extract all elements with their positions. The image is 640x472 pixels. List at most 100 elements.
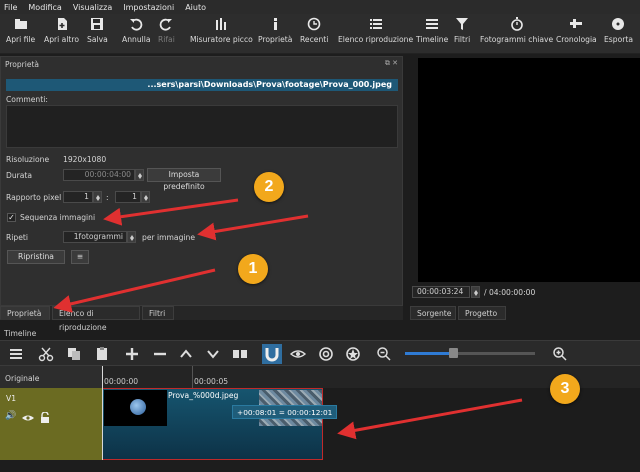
panel-float-close-icon[interactable]: ⧉ ✕ <box>385 59 398 68</box>
trim-tooltip: +00:08:01 = 00:00:12:01 <box>232 405 338 419</box>
recent-button[interactable]: Recenti <box>300 17 328 44</box>
ripple-all-icon[interactable] <box>345 346 361 362</box>
split-icon[interactable] <box>232 346 248 362</box>
timeline-button[interactable]: Timeline <box>416 17 448 44</box>
undo-button[interactable]: Annulla <box>122 17 151 44</box>
stopwatch-icon <box>510 17 523 31</box>
export-button[interactable]: Esporta <box>604 17 633 44</box>
properties-panel: Proprietà ⧉ ✕ ...sers\parsi\Downloads\Pr… <box>0 56 403 306</box>
playhead[interactable] <box>102 366 103 460</box>
menu-file[interactable]: File <box>4 3 17 12</box>
export-disc-icon <box>612 18 625 30</box>
duration-label: Durata <box>6 171 33 180</box>
open-file-button[interactable]: Apri file <box>6 17 35 44</box>
open-file-label: Apri file <box>6 35 36 44</box>
menu-help[interactable]: Aiuto <box>185 3 206 12</box>
ripple-icon[interactable] <box>318 346 334 362</box>
repeat-frames-spin[interactable] <box>127 231 136 243</box>
duration-field[interactable]: 00:00:04:00 <box>63 169 135 181</box>
tab-project[interactable]: Progetto <box>458 306 506 320</box>
save-icon <box>91 18 104 30</box>
export-label: Esporta <box>604 35 633 44</box>
tab-playlist[interactable]: Elenco di riproduzione <box>52 306 140 332</box>
tab-properties[interactable]: Proprietà <box>0 306 50 320</box>
annotation-badge-1: 1 <box>238 254 268 284</box>
save-label: Salva <box>87 35 108 44</box>
overwrite-icon[interactable] <box>205 346 221 362</box>
zoom-slider-handle[interactable] <box>449 348 458 358</box>
clock-icon <box>307 17 321 31</box>
track-name: V1 <box>6 394 17 403</box>
lift-icon[interactable] <box>178 346 194 362</box>
playlist-label: Elenco riproduzione <box>338 35 414 44</box>
hide-eye-icon[interactable] <box>22 413 34 423</box>
viewer-position-field[interactable]: 00:00:03:24 <box>412 286 470 298</box>
menu-button[interactable]: ≡ <box>71 250 89 264</box>
mute-icon[interactable]: 🔊 <box>5 411 16 421</box>
track-header-v1: V1 🔊 <box>0 388 102 460</box>
copy-icon[interactable] <box>66 346 82 362</box>
pixel-ratio-height-spin[interactable] <box>141 191 150 203</box>
viewer-position-spin[interactable] <box>471 286 480 298</box>
video-viewer[interactable] <box>418 58 640 282</box>
ruler-label-1: 00:00:05 <box>194 377 229 386</box>
properties-button[interactable]: Proprietà <box>258 17 292 44</box>
pixel-ratio-height-field[interactable]: 1 <box>115 191 141 203</box>
per-image-label: per immagine <box>142 233 196 242</box>
reset-button[interactable]: Ripristina <box>7 250 65 264</box>
paste-icon[interactable] <box>94 346 110 362</box>
ruler-label-0: 00:00:00 <box>104 377 139 386</box>
pixel-ratio-width-spin[interactable] <box>93 191 102 203</box>
left-panel-tabs: Proprietà Elenco di riproduzione Filtri <box>0 306 403 332</box>
menu-settings[interactable]: Impostazioni <box>123 3 174 12</box>
info-icon <box>274 18 278 30</box>
resolution-label: Risoluzione <box>6 155 50 164</box>
keyframes-button[interactable]: Fotogrammi chiave <box>480 17 553 44</box>
history-button[interactable]: Cronologia <box>556 17 597 44</box>
peak-meter-button[interactable]: Misuratore picco <box>190 17 253 44</box>
undo-icon <box>130 18 143 31</box>
cut-icon[interactable] <box>38 346 54 362</box>
zoom-slider[interactable] <box>405 348 535 358</box>
timeline-header: Originale <box>0 366 102 388</box>
menu-view[interactable]: Visualizza <box>73 3 112 12</box>
history-icon <box>570 19 583 28</box>
open-other-icon <box>57 18 67 30</box>
main-toolbar: Apri file Apri altro Salva Annulla Rifai… <box>0 14 640 54</box>
tab-filters[interactable]: Filtri <box>142 306 174 320</box>
zoom-in-icon[interactable] <box>552 346 568 362</box>
open-other-button[interactable]: Apri altro <box>44 17 79 44</box>
zoom-out-icon[interactable] <box>376 346 392 362</box>
resolution-value: 1920x1080 <box>63 155 107 164</box>
save-button[interactable]: Salva <box>87 17 108 44</box>
playlist-button[interactable]: Elenco riproduzione <box>338 17 413 44</box>
remove-icon[interactable] <box>152 346 168 362</box>
timeline-icon <box>426 19 439 29</box>
append-icon[interactable] <box>124 346 140 362</box>
recent-label: Recenti <box>300 35 329 44</box>
repeat-label: Ripeti <box>6 233 28 242</box>
zoom-slider-fill <box>405 352 452 355</box>
menu-bar: File Modifica Visualizza Impostazioni Ai… <box>0 0 640 14</box>
set-default-button[interactable]: Imposta predefinito <box>147 168 221 191</box>
funnel-icon <box>456 18 469 30</box>
pixel-ratio-width-field[interactable]: 1 <box>63 191 93 203</box>
image-sequence-label[interactable]: Sequenza immagini <box>20 213 95 222</box>
redo-button[interactable]: Rifai <box>158 17 175 44</box>
snap-magnet-icon[interactable] <box>262 344 282 364</box>
duration-spin[interactable] <box>135 169 144 181</box>
timeline-toolbar <box>0 340 640 366</box>
filters-button[interactable]: Filtri <box>454 17 470 44</box>
comments-textarea[interactable] <box>6 105 398 148</box>
open-other-label: Apri altro <box>44 35 80 44</box>
history-label: Cronologia <box>556 35 597 44</box>
scrub-eye-icon[interactable] <box>290 346 306 362</box>
menu-edit[interactable]: Modifica <box>28 3 61 12</box>
redo-icon <box>160 18 173 31</box>
tab-source[interactable]: Sorgente <box>410 306 456 320</box>
image-sequence-checkbox[interactable]: ✓ <box>7 213 16 222</box>
lock-icon[interactable] <box>40 412 50 423</box>
timeline-menu-icon[interactable] <box>8 346 24 362</box>
repeat-frames-field[interactable]: 1fotogrammi <box>63 231 127 243</box>
annotation-badge-3: 3 <box>550 374 580 404</box>
